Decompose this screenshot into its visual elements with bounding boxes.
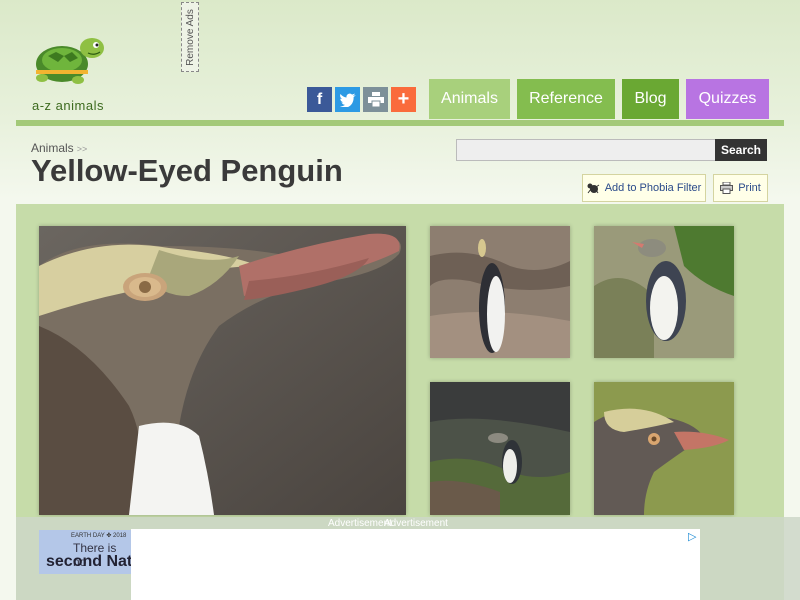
phobia-filter-label: Add to Phobia Filter xyxy=(604,182,702,194)
ad-line-1: EARTH DAY ✤ 2018 xyxy=(71,533,127,539)
ad-content-area[interactable] xyxy=(131,529,700,600)
search-input[interactable] xyxy=(456,139,716,161)
facebook-icon: f xyxy=(316,90,323,108)
header-divider xyxy=(16,120,784,126)
turtle-logo-icon xyxy=(36,38,104,84)
ad-line-3: second Nat xyxy=(46,553,131,570)
print-label: Print xyxy=(738,182,761,194)
facebook-share-button[interactable]: f xyxy=(307,87,332,112)
ad-label: Advertisement xyxy=(328,518,392,529)
nav-quizzes[interactable]: Quizzes xyxy=(686,79,769,119)
penguin-shore-image xyxy=(430,382,570,515)
penguin-standing-rocks-image xyxy=(430,226,570,358)
plus-icon: + xyxy=(397,88,410,110)
print-icon xyxy=(367,92,384,107)
ad-label: Advertisement xyxy=(384,518,448,529)
earth-day-ad-banner[interactable]: EARTH DAY ✤ 2018 There is no second Nat xyxy=(39,530,131,574)
twitter-icon xyxy=(339,93,356,107)
add-phobia-filter-button[interactable]: Add to Phobia Filter xyxy=(582,174,706,202)
penguin-head-profile-image xyxy=(594,382,734,515)
nav-reference[interactable]: Reference xyxy=(517,79,615,119)
site-name[interactable]: a-z animals xyxy=(32,98,104,113)
remove-ads-label: Remove Ads xyxy=(184,8,196,66)
thumbnail-photo[interactable] xyxy=(594,382,734,515)
more-share-button[interactable]: + xyxy=(391,87,416,112)
spider-icon xyxy=(587,183,599,194)
printer-icon xyxy=(720,182,734,194)
search-button[interactable]: Search xyxy=(715,139,767,161)
remove-ads-button[interactable]: Remove Ads xyxy=(181,2,199,72)
print-button[interactable]: Print xyxy=(713,174,768,202)
thumbnail-photo[interactable] xyxy=(430,226,570,358)
penguin-grass-image xyxy=(594,226,734,358)
thumbnail-photo[interactable] xyxy=(430,382,570,515)
nav-animals[interactable]: Animals xyxy=(429,79,510,119)
penguin-head-closeup-image xyxy=(39,226,406,515)
page-title: Yellow-Eyed Penguin xyxy=(31,153,343,188)
nav-blog[interactable]: Blog xyxy=(622,79,679,119)
print-share-button[interactable] xyxy=(363,87,388,112)
twitter-share-button[interactable] xyxy=(335,87,360,112)
main-penguin-photo[interactable] xyxy=(39,226,406,515)
thumbnail-photo[interactable] xyxy=(594,226,734,358)
adchoices-icon[interactable]: ▷ xyxy=(688,530,696,543)
